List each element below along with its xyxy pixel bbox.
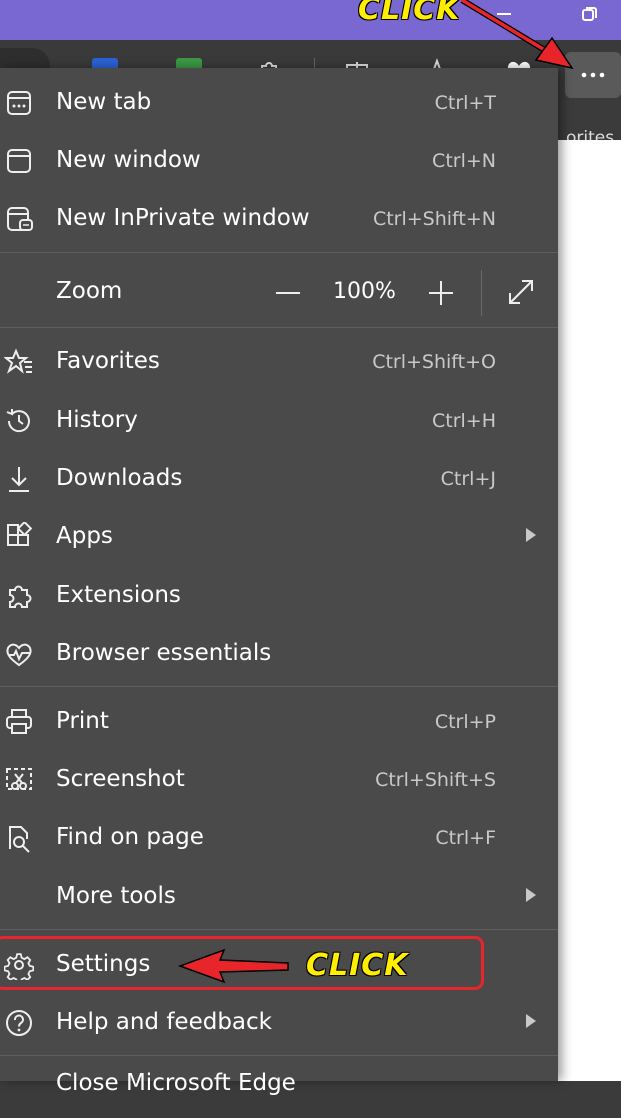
menu-item-shortcut: Ctrl+Shift+O: [372, 351, 496, 373]
history-icon: [6, 409, 30, 433]
click-annotation-settings: CLICK: [306, 948, 409, 983]
menu-item-print[interactable]: Print Ctrl+P: [0, 693, 558, 749]
menu-item-zoom: Zoom 100%: [0, 262, 558, 320]
menu-item-shortcut: Ctrl+Shift+N: [372, 208, 496, 230]
settings-and-more-menu: New tab Ctrl+T New window Ctrl+N New InP…: [0, 68, 558, 1096]
restore-button[interactable]: [572, 4, 608, 28]
find-on-page-icon: [9, 826, 30, 853]
menu-item-label: New InPrivate window: [56, 205, 310, 231]
favorites-icon: [4, 348, 32, 374]
menu-item-shortcut: Ctrl+F: [435, 827, 496, 849]
browser-essentials-icon: [6, 643, 32, 667]
settings-highlight-box: [0, 936, 484, 990]
menu-item-close-edge[interactable]: Close Microsoft Edge: [0, 1062, 558, 1118]
zoom-out-button[interactable]: [272, 278, 304, 308]
menu-item-extensions[interactable]: Extensions: [0, 567, 558, 623]
menu-item-label: More tools: [56, 883, 176, 909]
menu-separator: [0, 252, 558, 253]
apps-icon: [7, 522, 33, 546]
menu-item-label: Apps: [56, 523, 113, 549]
menu-item-shortcut: Ctrl+Shift+S: [375, 769, 496, 791]
menu-item-shortcut: Ctrl+N: [432, 150, 496, 172]
menu-item-find-on-page[interactable]: Find on page Ctrl+F: [0, 809, 558, 865]
menu-item-label: Help and feedback: [56, 1009, 272, 1035]
menu-item-label: Browser essentials: [56, 640, 272, 666]
menu-item-label: Print: [56, 708, 109, 734]
menu-item-new-tab[interactable]: New tab Ctrl+T: [0, 74, 558, 130]
print-icon: [6, 709, 32, 734]
menu-item-shortcut: Ctrl+H: [431, 410, 496, 432]
menu-separator: [0, 686, 558, 687]
settings-and-more-button[interactable]: [565, 52, 621, 98]
menu-item-downloads[interactable]: Downloads Ctrl+J: [0, 450, 558, 506]
menu-separator: [0, 1055, 558, 1056]
downloads-icon: [9, 467, 29, 492]
zoom-divider: [481, 270, 482, 316]
menu-separator: [0, 929, 558, 930]
help-icon: [6, 1010, 32, 1036]
zoom-value: 100%: [333, 279, 396, 304]
menu-item-shortcut: Ctrl+J: [440, 468, 496, 490]
menu-item-label: Screenshot: [56, 766, 185, 792]
menu-item-screenshot[interactable]: Screenshot Ctrl+Shift+S: [0, 751, 558, 807]
title-bar: [0, 0, 621, 40]
new-window-icon: [7, 149, 31, 173]
restore-icon: [582, 7, 597, 21]
menu-item-label: Close Microsoft Edge: [56, 1070, 296, 1096]
inprivate-icon: [7, 207, 33, 231]
new-tab-icon: [7, 91, 31, 115]
extensions-icon: [9, 585, 32, 608]
menu-item-history[interactable]: History Ctrl+H: [0, 392, 558, 448]
menu-item-label: Find on page: [56, 824, 204, 850]
menu-separator: [0, 327, 558, 328]
more-dots-icon: [581, 72, 605, 78]
fullscreen-icon[interactable]: [505, 276, 537, 308]
menu-item-help-and-feedback[interactable]: Help and feedback: [0, 994, 558, 1050]
menu-item-label: New tab: [56, 89, 152, 115]
minimize-icon: [497, 13, 511, 15]
menu-item-shortcut: Ctrl+T: [434, 92, 496, 114]
menu-item-new-inprivate-window[interactable]: New InPrivate window Ctrl+Shift+N: [0, 190, 558, 246]
minimize-button[interactable]: [486, 4, 522, 28]
zoom-label: Zoom: [56, 278, 123, 304]
zoom-in-button[interactable]: [426, 278, 456, 308]
menu-item-label: Downloads: [56, 465, 183, 491]
menu-item-apps[interactable]: Apps: [0, 508, 558, 564]
menu-item-new-window[interactable]: New window Ctrl+N: [0, 132, 558, 188]
menu-item-favorites[interactable]: Favorites Ctrl+Shift+O: [0, 333, 558, 389]
menu-item-label: Extensions: [56, 582, 181, 608]
screenshot-icon: [6, 768, 32, 790]
submenu-arrow-icon: [526, 528, 536, 542]
menu-item-browser-essentials[interactable]: Browser essentials: [0, 625, 558, 681]
menu-item-shortcut: Ctrl+P: [434, 711, 496, 733]
submenu-arrow-icon: [526, 1014, 536, 1028]
menu-item-more-tools[interactable]: More tools: [0, 868, 558, 924]
menu-item-label: Favorites: [56, 348, 160, 374]
click-annotation-top: CLICK: [358, 0, 461, 27]
submenu-arrow-icon: [526, 888, 536, 902]
menu-item-label: New window: [56, 147, 201, 173]
page-content: [558, 140, 621, 1081]
menu-item-label: History: [56, 407, 138, 433]
